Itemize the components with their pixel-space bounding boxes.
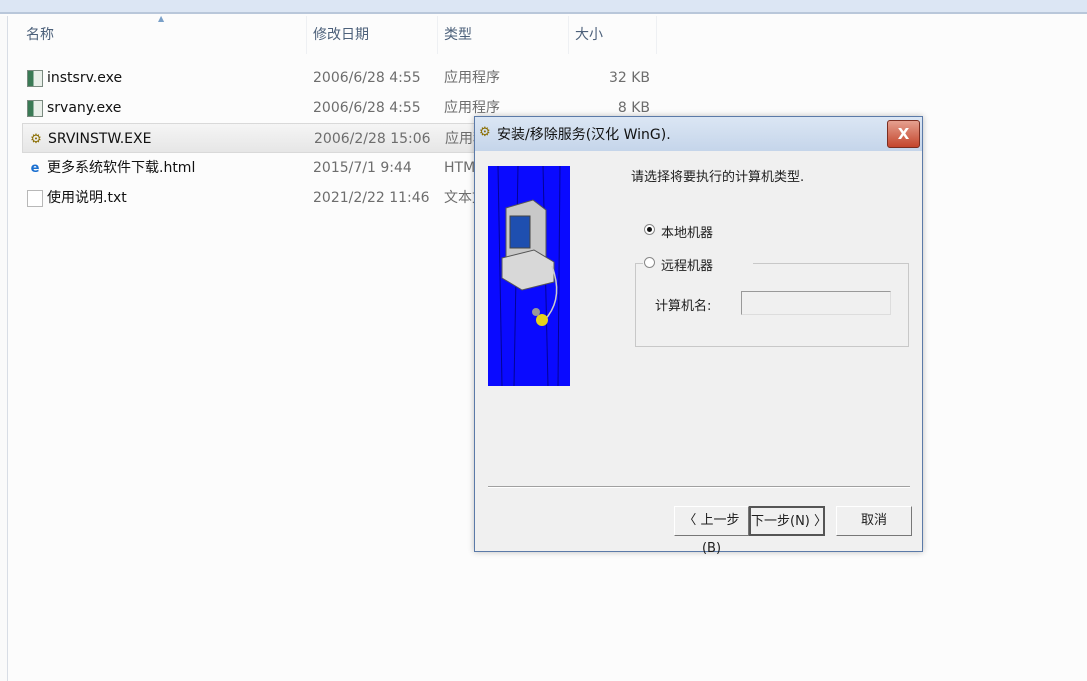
ie-html-icon: e xyxy=(30,161,40,176)
file-date: 2006/2/28 15:06 xyxy=(314,131,431,147)
dialog-titlebar[interactable]: ⚙ 安装/移除服务(汉化 WinG). X xyxy=(475,117,922,151)
column-header-type[interactable]: 类型 xyxy=(438,16,569,54)
column-header-name[interactable]: 名称 xyxy=(20,16,307,54)
file-row[interactable]: instsrv.exe 2006/6/28 4:55 应用程序 32 KB xyxy=(22,63,682,93)
navigation-pane-edge[interactable] xyxy=(0,16,8,681)
computer-name-label: 计算机名: xyxy=(655,299,712,314)
explorer-toolbar xyxy=(0,0,1087,14)
file-date: 2006/6/28 4:55 xyxy=(313,70,421,86)
remote-machine-label[interactable]: 远程机器 xyxy=(661,255,713,274)
file-type: 应用程序 xyxy=(444,70,500,86)
file-date: 2015/7/1 9:44 xyxy=(313,160,412,176)
next-button[interactable]: 下一步(N) 〉 xyxy=(749,506,827,536)
exe-icon xyxy=(27,70,43,87)
cancel-button[interactable]: 取消 xyxy=(836,506,912,536)
dialog-divider xyxy=(488,486,910,488)
file-name: srvany.exe xyxy=(47,100,122,116)
file-name: 使用说明.txt xyxy=(47,190,127,206)
computer-name-input[interactable] xyxy=(741,291,891,315)
file-name: SRVINSTW.EXE xyxy=(48,131,152,147)
gear-app-icon: ⚙ xyxy=(30,132,42,147)
local-machine-label[interactable]: 本地机器 xyxy=(661,222,713,241)
dialog-prompt: 请选择将要执行的计算机类型. xyxy=(631,170,805,185)
file-name: 更多系统软件下载.html xyxy=(47,160,196,176)
column-header-date[interactable]: 修改日期 xyxy=(307,16,438,54)
file-date: 2021/2/22 11:46 xyxy=(313,190,430,206)
text-file-icon xyxy=(27,190,43,207)
column-header-size[interactable]: 大小 xyxy=(569,16,657,54)
computer-illustration xyxy=(488,166,570,386)
file-date: 2006/6/28 4:55 xyxy=(313,100,421,116)
exe-icon xyxy=(27,100,43,117)
close-button[interactable]: X xyxy=(887,120,920,148)
gear-app-icon: ⚙ xyxy=(479,125,491,140)
dialog-title: 安装/移除服务(汉化 WinG). xyxy=(497,127,671,143)
back-button[interactable]: 〈 上一步(B) xyxy=(674,506,749,556)
install-service-dialog: ⚙ 安装/移除服务(汉化 WinG). X 请选择将要执行的计算机类型. 本地机… xyxy=(474,116,923,556)
file-size: 32 KB xyxy=(608,70,650,86)
remote-machine-radio[interactable] xyxy=(644,257,655,268)
local-machine-radio[interactable] xyxy=(644,224,655,235)
file-name: instsrv.exe xyxy=(47,70,123,86)
